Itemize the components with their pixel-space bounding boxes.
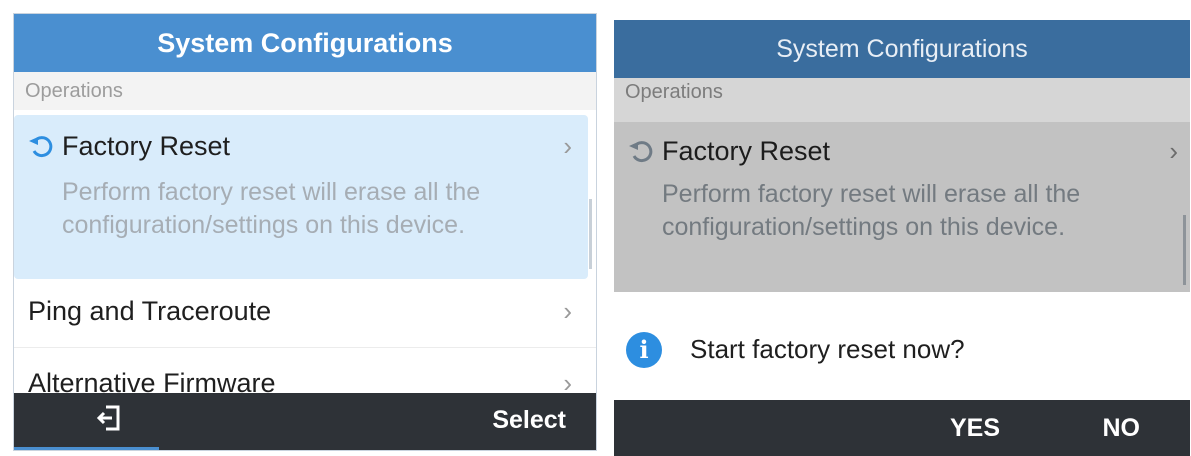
chevron-right-icon: › — [1169, 136, 1178, 166]
info-icon: i — [626, 332, 662, 368]
confirm-dialog-screen: System Configurations Operations Factory… — [614, 20, 1190, 456]
list-item-description: Perform factory reset will erase all the… — [62, 178, 481, 239]
list-item-factory-reset: Factory Reset › Perform factory reset wi… — [614, 122, 1190, 292]
page-title: System Configurations — [776, 34, 1028, 63]
list-item-ping-traceroute[interactable]: Ping and Traceroute › — [14, 282, 596, 348]
list-item-alternative-firmware[interactable]: Alternative Firmware › — [14, 348, 596, 398]
softkey-bar: YES NO — [614, 400, 1190, 456]
dialog-message: Start factory reset now? — [690, 334, 965, 364]
confirm-dialog: i Start factory reset now? — [614, 292, 1190, 400]
no-button[interactable]: NO — [1103, 414, 1141, 443]
list-item-factory-reset[interactable]: Factory Reset › Perform factory reset wi… — [14, 115, 588, 279]
softkey-bar: Select — [14, 393, 596, 450]
section-header-operations: Operations — [614, 78, 1190, 122]
list-item-title: Factory Reset — [62, 131, 231, 161]
exit-icon — [96, 404, 122, 439]
chevron-right-icon: › — [563, 296, 572, 326]
chevron-right-icon: › — [563, 131, 572, 161]
title-bar: System Configurations — [14, 14, 596, 72]
select-button[interactable]: Select — [492, 406, 566, 435]
scrollbar — [1183, 215, 1186, 285]
section-header-operations: Operations — [14, 72, 596, 110]
settings-screen: System Configurations Operations Factory… — [13, 13, 597, 451]
back-button[interactable] — [64, 393, 154, 450]
reset-icon — [628, 139, 658, 170]
list-item-title: Ping and Traceroute — [28, 296, 272, 326]
list-item-description: Perform factory reset will erase all the… — [662, 180, 1081, 241]
title-bar: System Configurations — [614, 20, 1190, 78]
scrollbar[interactable] — [589, 199, 592, 269]
page-title: System Configurations — [157, 27, 453, 58]
focus-indicator — [14, 447, 159, 450]
yes-button[interactable]: YES — [950, 414, 1000, 443]
list-item-title: Factory Reset — [662, 136, 831, 166]
reset-icon — [28, 134, 58, 165]
